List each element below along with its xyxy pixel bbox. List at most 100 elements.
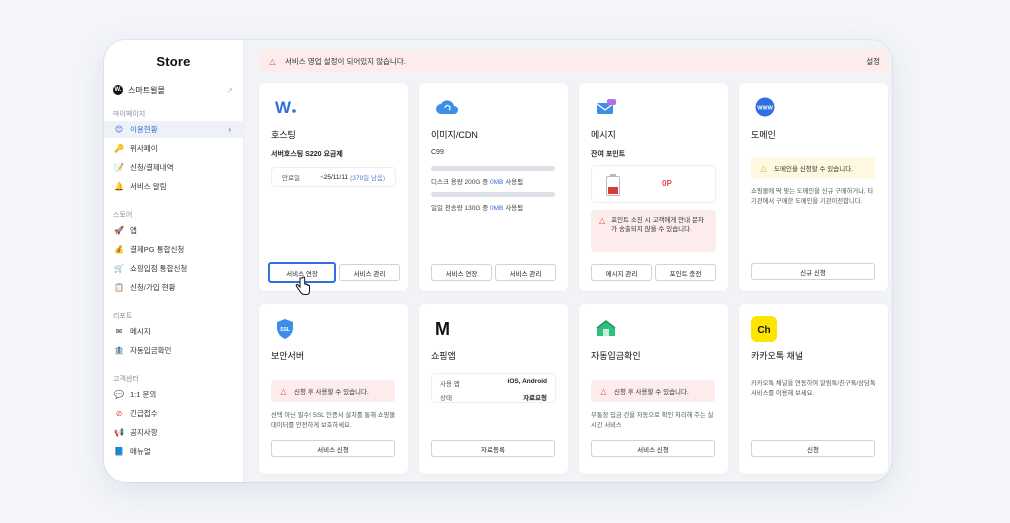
app-window: Store W. 스마트윌몰 ↗ 마이페이지 😊 이용현황 › 🔑 위사페이 📝… — [104, 40, 892, 482]
warning-icon: △ — [760, 163, 767, 173]
sidebar-item-apps[interactable]: 🚀 앱 — [104, 222, 243, 239]
section-title-mypage: 마이페이지 — [113, 111, 146, 118]
service-manage-button[interactable]: 서비스 관리 — [339, 264, 400, 281]
domain-apply-button[interactable]: 신규 신청 — [751, 263, 875, 280]
sidebar-item-inquiry[interactable]: 💬 1:1 문의 — [104, 386, 243, 403]
app-info-box: 사용 앱 iOS, Android 상태 자료요청 — [431, 373, 556, 403]
section-title-store: 스토어 — [113, 212, 133, 219]
sidebar-item-label: 자동입금확인 — [130, 346, 172, 355]
points-charge-button[interactable]: 포인트 충전 — [655, 264, 716, 281]
m-logo: M — [435, 319, 455, 340]
auto-deposit-notice: △ 신청 후 사용할 수 있습니다. — [591, 380, 715, 402]
expiry-value: ~25/11/11 — [319, 173, 349, 181]
sidebar-item-status[interactable]: 📋 신청/가입 현황 — [104, 279, 243, 296]
auto-deposit-desc: 무통장 입금 건을 자동으로 확인 처리해 주는 실시간 서비스 — [591, 412, 714, 429]
external-link-icon[interactable]: ↗ — [226, 86, 233, 95]
sidebar-item-label: 공지사항 — [130, 428, 158, 437]
store-name: 스마트윌몰 — [128, 85, 165, 95]
sidebar-item-orders[interactable]: 📝 신청/결제내역 — [104, 159, 243, 176]
sidebar-item-label: 이용현황 — [130, 125, 158, 134]
money-bag-icon: 💰 — [114, 245, 124, 254]
card-ssl: SSL 보안서버 △ 신청 후 사용할 수 있습니다. 선택 아닌 필수! SS… — [259, 304, 408, 474]
app-info-row: 상태 자료요청 — [440, 395, 547, 402]
ssl-desc: 선택 아닌 필수! SSL 인증서 설치를 통해 쇼핑몰 데이터를 안전하게 보… — [271, 412, 396, 429]
sidebar-item-alerts[interactable]: 🔔 서비스 알림 — [104, 178, 243, 195]
card-title: 자동입금확인 — [591, 351, 641, 361]
message-manage-button[interactable]: 메시지 관리 — [591, 264, 652, 281]
card-title: 보안서버 — [271, 351, 305, 361]
banner-text: 서비스 영업 설정이 되어있지 않습니다. — [285, 56, 406, 66]
envelope-icon: ✉ — [115, 327, 123, 336]
sidebar-item-label: 매뉴얼 — [130, 447, 151, 456]
key-icon: 🔑 — [114, 144, 124, 153]
sidebar-item-label: 결제PG 통합신청 — [130, 245, 185, 254]
svg-text:M: M — [435, 320, 450, 338]
cdn-plan: C99 — [431, 149, 444, 156]
expiry-label: 만료일 — [282, 175, 300, 182]
sidebar-item-label: 쇼핑입점 통합신청 — [130, 264, 188, 273]
warning-icon: △ — [269, 56, 276, 66]
kakao-channel-logo: Ch — [751, 316, 777, 342]
disk-usage-bar — [431, 166, 555, 171]
envelope-icon — [595, 97, 616, 117]
main-content: △ 서비스 영업 설정이 되어있지 않습니다. 설정 W 호스팅 서버호스팅 S… — [253, 40, 892, 482]
expiry-remaining: (379일 남음) — [350, 175, 385, 182]
svg-text:Ch: Ch — [757, 325, 770, 336]
notice-text: 신청 후 사용할 수 있습니다. — [614, 389, 689, 396]
sidebar-item-emergency[interactable]: ⊘ 긴급접수 — [104, 405, 243, 422]
cart-icon: 🛒 — [114, 264, 124, 273]
warning-icon: △ — [280, 386, 287, 396]
sidebar-item-label: 긴급접수 — [130, 409, 158, 418]
sidebar-item-usage[interactable]: 😊 이용현황 › — [104, 121, 243, 138]
smile-icon: 😊 — [114, 125, 124, 134]
warning-icon: △ — [600, 386, 607, 396]
cdn-manage-button[interactable]: 서비스 관리 — [495, 264, 556, 281]
sidebar-item-wisapay[interactable]: 🔑 위사페이 — [104, 140, 243, 157]
megaphone-icon: 📢 — [114, 428, 124, 437]
rocket-icon: 🚀 — [114, 226, 124, 235]
svg-text:WWW: WWW — [757, 106, 773, 112]
sidebar: Store W. 스마트윌몰 ↗ 마이페이지 😊 이용현황 › 🔑 위사페이 📝… — [104, 40, 244, 482]
sidebar-item-auto-deposit[interactable]: 🏦 자동입금확인 — [104, 342, 243, 359]
traffic-usage-label: 일일 전송량 130G 중 0MB 사용됨 — [431, 205, 524, 212]
sidebar-item-label: 신청/결제내역 — [130, 163, 174, 172]
disk-usage-label: 디스크 용량 200G 중 0MB 사용됨 — [431, 179, 524, 186]
checklist-icon: 📋 — [114, 283, 124, 292]
sidebar-item-notice[interactable]: 📢 공지사항 — [104, 424, 243, 441]
traffic-usage-bar — [431, 192, 555, 197]
card-shopping-app: M 쇼핑앱 사용 앱 iOS, Android 상태 자료요청 자료등록 — [419, 304, 568, 474]
sidebar-item-manual[interactable]: 📘 매뉴얼 — [104, 443, 243, 460]
kakao-apply-button[interactable]: 신청 — [751, 440, 875, 457]
sidebar-item-message[interactable]: ✉ 메시지 — [104, 323, 243, 340]
points-label: 잔여 포인트 — [591, 151, 626, 158]
sidebar-item-label: 메시지 — [130, 327, 151, 336]
points-value: 0P — [662, 179, 672, 188]
sidebar-item-label: 1:1 문의 — [130, 390, 157, 399]
card-hosting: W 호스팅 서버호스팅 S220 요금제 만료일 ~25/11/11 (379일… — [259, 83, 408, 295]
notice-text: 신청 후 사용할 수 있습니다. — [294, 389, 369, 396]
data-register-button[interactable]: 자료등록 — [431, 440, 555, 457]
sidebar-item-shopping[interactable]: 🛒 쇼핑입점 통합신청 — [104, 260, 243, 277]
battery-low-icon — [606, 174, 620, 196]
sidebar-item-pg[interactable]: 💰 결제PG 통합신청 — [104, 241, 243, 258]
card-title: 쇼핑앱 — [431, 351, 456, 361]
house-icon — [595, 318, 616, 338]
notice-text: 도메인을 신청할 수 있습니다. — [774, 166, 853, 173]
auto-deposit-apply-button[interactable]: 서비스 신청 — [591, 440, 715, 457]
ssl-apply-button[interactable]: 서비스 신청 — [271, 440, 395, 457]
cdn-extend-button[interactable]: 서비스 연장 — [431, 264, 492, 281]
store-selector[interactable]: W. 스마트윌몰 ↗ — [113, 82, 233, 98]
card-title: 카카오톡 채널 — [751, 351, 804, 361]
memo-icon: 📝 — [114, 163, 124, 172]
warning-icon: △ — [599, 216, 606, 225]
warning-text: 포인트 소진 시 고객에게 안내 문자가 송출되지 않을 수 있습니다. — [611, 217, 704, 233]
chevron-right-icon: › — [228, 125, 231, 134]
brand-title: Store — [156, 54, 191, 69]
sidebar-item-label: 위사페이 — [130, 144, 158, 153]
card-kakao: Ch 카카오톡 채널 카카오톡 채널을 연동하여 알림톡/친구톡/상담톡 서비스… — [739, 304, 888, 474]
settings-link[interactable]: 설정 — [866, 56, 880, 67]
sidebar-item-label: 신청/가입 현황 — [130, 283, 176, 292]
sidebar-item-label: 서비스 알림 — [130, 182, 167, 191]
card-auto-deposit: 자동입금확인 △ 신청 후 사용할 수 있습니다. 무통장 입금 건을 자동으로… — [579, 304, 728, 474]
card-title: 이미지/CDN — [431, 130, 478, 140]
